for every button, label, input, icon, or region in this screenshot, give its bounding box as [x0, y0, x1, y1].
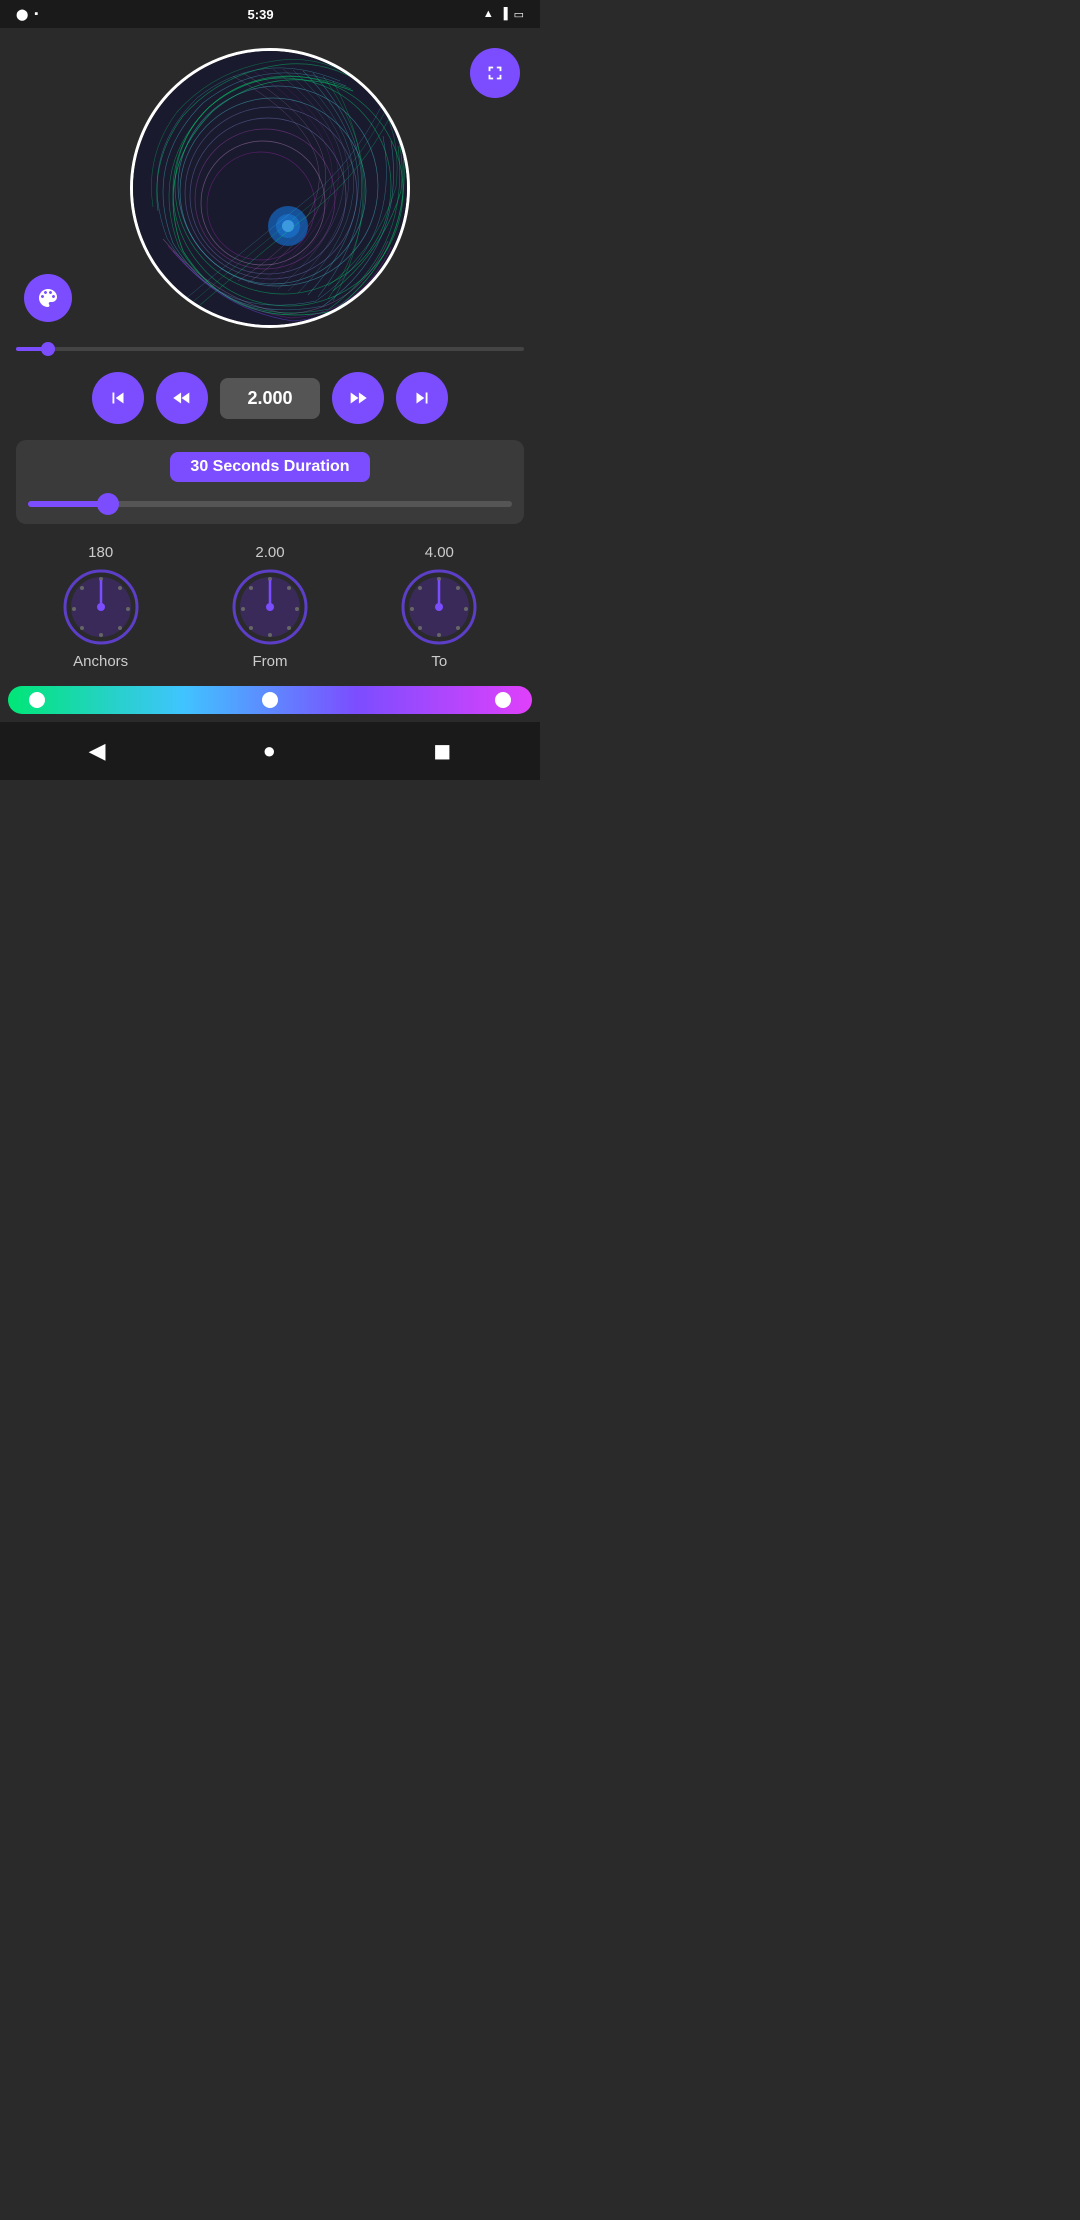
anchors-value: 180	[88, 544, 113, 561]
transport-controls: 2.000	[0, 364, 540, 432]
anchors-label: Anchors	[73, 653, 128, 670]
from-knob[interactable]	[230, 567, 310, 647]
fullscreen-button[interactable]	[470, 48, 520, 98]
skip-forward-button[interactable]	[396, 372, 448, 424]
visualization-area: // We'll draw this as SVG paths approxim…	[0, 28, 540, 338]
color-bar[interactable]	[8, 686, 532, 714]
from-label: From	[252, 653, 287, 670]
to-knob[interactable]	[399, 567, 479, 647]
anchors-knob-container: 180 Anchors	[61, 544, 141, 670]
status-right-icons: ▲ ▐ ▭	[483, 8, 524, 21]
duration-section: 30 Seconds Duration	[16, 440, 524, 524]
duration-slider[interactable]	[28, 501, 512, 507]
color-dot-left[interactable]	[29, 692, 45, 708]
bottom-navigation: ◀ ● ◼	[0, 722, 540, 780]
notification-icon: ⬤	[16, 8, 28, 21]
knobs-section: 180 Anchors 2.00	[0, 532, 540, 678]
progress-container	[0, 338, 540, 356]
speed-display: 2.000	[220, 378, 320, 419]
duration-badge: 30 Seconds Duration	[170, 452, 369, 482]
palette-button[interactable]	[24, 274, 72, 322]
anchors-knob[interactable]	[61, 567, 141, 647]
signal-icon: ▐	[500, 8, 508, 20]
nav-home-button[interactable]: ●	[257, 732, 282, 770]
nav-recent-button[interactable]: ◼	[427, 732, 457, 770]
color-dot-center[interactable]	[262, 692, 278, 708]
rewind-button[interactable]	[156, 372, 208, 424]
color-bar-container	[0, 686, 540, 714]
wifi-icon: ▲	[483, 8, 494, 20]
progress-slider[interactable]	[16, 347, 524, 351]
status-left-icons: ⬤ ▪	[16, 8, 38, 21]
from-knob-container: 2.00 From	[230, 544, 310, 670]
spiral-canvas: // We'll draw this as SVG paths approxim…	[130, 48, 410, 328]
status-bar: ⬤ ▪ 5:39 ▲ ▐ ▭	[0, 0, 540, 28]
status-time: 5:39	[248, 7, 274, 22]
fast-forward-button[interactable]	[332, 372, 384, 424]
from-value: 2.00	[255, 544, 284, 561]
nav-back-button[interactable]: ◀	[83, 732, 112, 770]
to-label: To	[431, 653, 447, 670]
sim-icon: ▪	[34, 8, 38, 20]
to-knob-container: 4.00 To	[399, 544, 479, 670]
duration-label-container: 30 Seconds Duration	[28, 452, 512, 482]
skip-back-button[interactable]	[92, 372, 144, 424]
color-dot-right[interactable]	[495, 692, 511, 708]
to-value: 4.00	[425, 544, 454, 561]
battery-icon: ▭	[514, 8, 524, 21]
